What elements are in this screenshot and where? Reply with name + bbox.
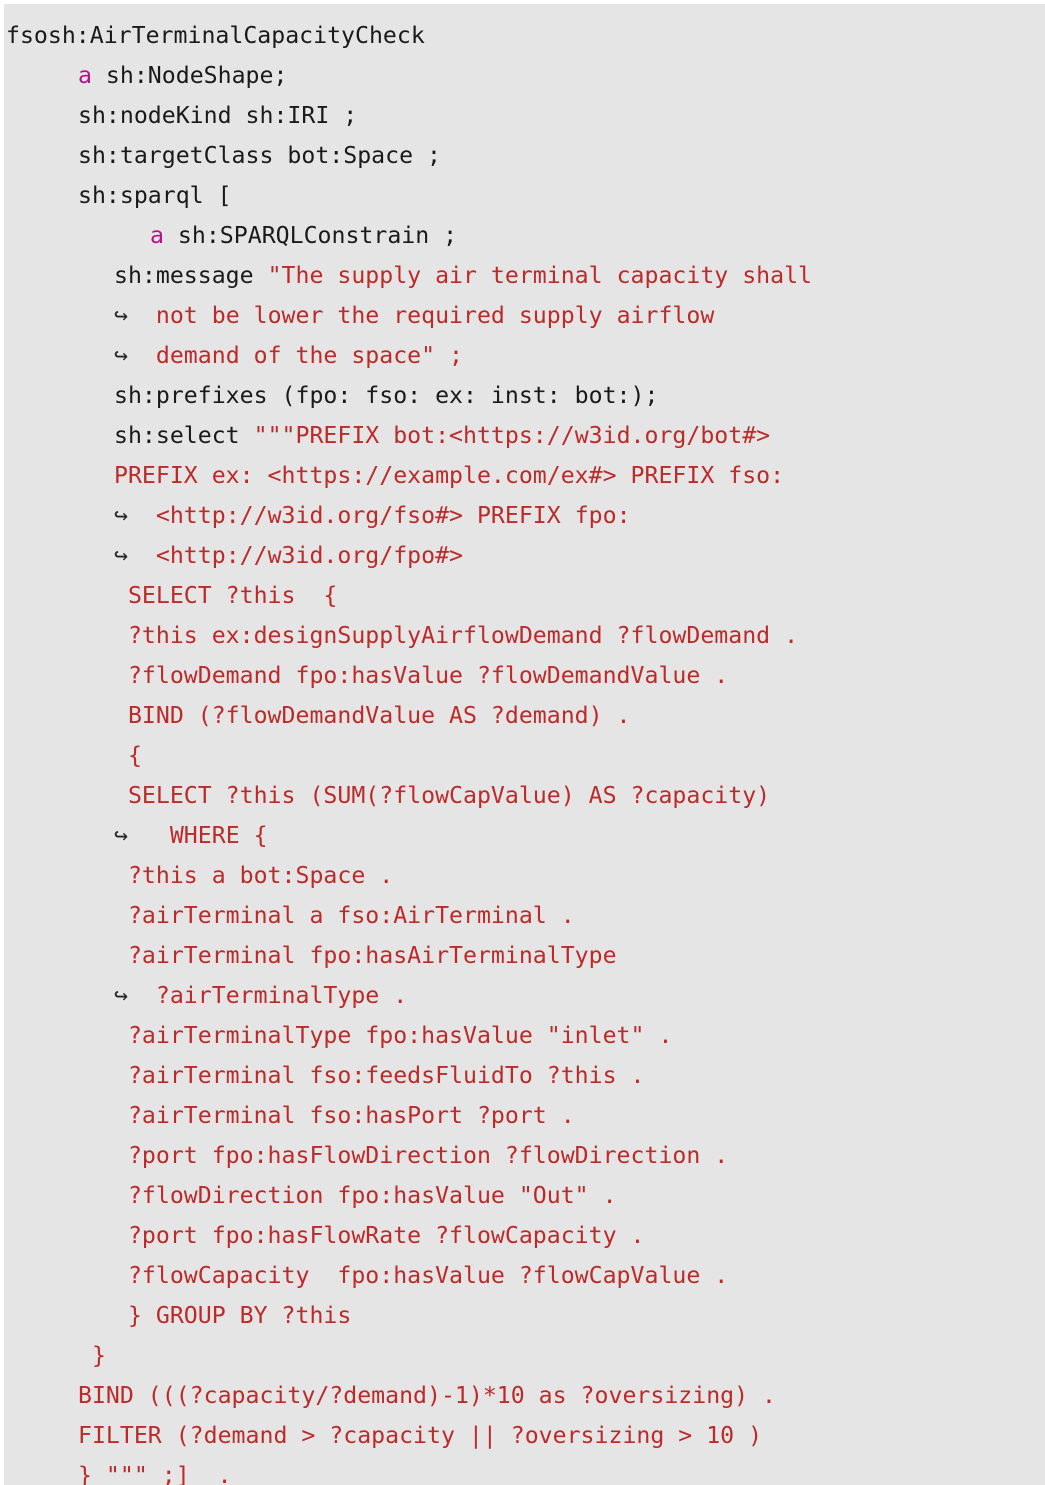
code-token-plain: sh:targetClass bot:Space ; [78,142,441,169]
code-line: sh:targetClass bot:Space ; [4,136,1045,176]
code-line: fsosh:AirTerminalCapacityCheck [4,16,1045,56]
code-token-string: SELECT ?this { [114,582,338,609]
code-line: ?airTerminal fso:hasPort ?port . [4,1096,1045,1136]
code-token-string: ?flowDirection fpo:hasValue "Out" . [114,1182,617,1209]
code-line: sh:prefixes (fpo: fso: ex: inst: bot:); [4,376,1045,416]
shacl-code-listing[interactable]: fsosh:AirTerminalCapacityCheck a sh:NodeS… [4,16,1045,1485]
code-token-string: { [114,742,142,769]
code-line: ?flowDemand fpo:hasValue ?flowDemandValu… [4,656,1045,696]
code-line: sh:message "The supply air terminal capa… [4,256,1045,296]
code-line: } GROUP BY ?this [4,1296,1045,1336]
code-token-plain: fsosh:AirTerminalCapacityCheck [6,22,425,49]
code-token-keyword: a [78,62,92,89]
code-token-string: SELECT ?this (SUM(?flowCapValue) AS ?cap… [114,782,771,809]
code-line: ↪ not be lower the required supply airfl… [4,296,1045,336]
code-line: ↪ <http://w3id.org/fso#> PREFIX fpo: [4,496,1045,536]
code-token-string: BIND (((?capacity/?demand)-1)*10 as ?ove… [78,1382,777,1409]
code-token-keyword: a [150,222,164,249]
line-continuation-arrow-icon: ↪ [114,502,128,529]
code-line: PREFIX ex: <https://example.com/ex#> PRE… [4,456,1045,496]
code-token-string: ?airTerminal a fso:AirTerminal . [114,902,575,929]
code-token-string: ?port fpo:hasFlowDirection ?flowDirectio… [114,1142,729,1169]
code-token-string: """PREFIX bot:<https://w3id.org/bot#> [253,422,771,449]
code-line: sh:select """PREFIX bot:<https://w3id.or… [4,416,1045,456]
code-line: ?port fpo:hasFlowDirection ?flowDirectio… [4,1136,1045,1176]
code-token-string: ?this a bot:Space . [114,862,394,889]
code-token-string: not be lower the required supply airflow [127,302,715,329]
code-line: { [4,736,1045,776]
code-line: ?this ex:designSupplyAirflowDemand ?flow… [4,616,1045,656]
code-line: SELECT ?this (SUM(?flowCapValue) AS ?cap… [4,776,1045,816]
code-line: SELECT ?this { [4,576,1045,616]
code-line: ?airTerminal fso:feedsFluidTo ?this . [4,1056,1045,1096]
code-line: ↪ <http://w3id.org/fpo#> [4,536,1045,576]
code-token-plain: sh:SPARQLConstrain ; [163,222,458,249]
code-token-string: ?this ex:designSupplyAirflowDemand ?flow… [114,622,799,649]
code-token-plain: sh:select [114,422,254,449]
code-line: BIND (((?capacity/?demand)-1)*10 as ?ove… [4,1376,1045,1416]
code-token-string: ?port fpo:hasFlowRate ?flowCapacity . [114,1222,645,1249]
code-block-background: fsosh:AirTerminalCapacityCheck a sh:NodeS… [4,4,1045,1485]
code-token-plain: sh:nodeKind sh:IRI ; [78,102,358,129]
code-token-string: } [78,1342,106,1369]
code-line: sh:nodeKind sh:IRI ; [4,96,1045,136]
code-token-string: ?airTerminal fpo:hasAirTerminalType [114,942,617,969]
code-token-string: WHERE { [127,822,268,849]
code-token-string: <http://w3id.org/fpo#> [127,542,464,569]
code-token-string: FILTER (?demand > ?capacity || ?oversizi… [78,1422,763,1449]
code-line: a sh:NodeShape; [4,56,1045,96]
code-token-string: ?flowDemand fpo:hasValue ?flowDemandValu… [114,662,729,689]
code-line: ?airTerminal fpo:hasAirTerminalType [4,936,1045,976]
code-line: ↪ ?airTerminalType . [4,976,1045,1016]
code-line: sh:sparql [ [4,176,1045,216]
code-token-string: <http://w3id.org/fso#> PREFIX fpo: [127,502,631,529]
code-token-string: ?airTerminal fso:feedsFluidTo ?this . [114,1062,645,1089]
code-token-string: } GROUP BY ?this [114,1302,352,1329]
code-line: ↪ demand of the space" ; [4,336,1045,376]
code-listing-page: fsosh:AirTerminalCapacityCheck a sh:NodeS… [0,0,1045,1485]
code-line: ?this a bot:Space . [4,856,1045,896]
code-line: ?flowCapacity fpo:hasValue ?flowCapValue… [4,1256,1045,1296]
code-token-string: PREFIX ex: <https://example.com/ex#> PRE… [114,462,785,489]
code-token-string: } """ ;] . [78,1462,232,1485]
code-token-plain: sh:sparql [ [78,182,232,209]
line-continuation-arrow-icon: ↪ [114,982,128,1009]
code-token-string: BIND (?flowDemandValue AS ?demand) . [114,702,631,729]
code-token-string: "The supply air terminal capacity shall [267,262,813,289]
code-line: BIND (?flowDemandValue AS ?demand) . [4,696,1045,736]
code-line: } """ ;] . [4,1456,1045,1485]
code-token-plain: sh:NodeShape; [91,62,288,89]
code-line: ?flowDirection fpo:hasValue "Out" . [4,1176,1045,1216]
code-line: a sh:SPARQLConstrain ; [4,216,1045,256]
line-continuation-arrow-icon: ↪ [114,342,128,369]
line-continuation-arrow-icon: ↪ [114,822,128,849]
code-token-string: demand of the space" ; [127,342,464,369]
code-token-plain: sh:message [114,262,268,289]
code-token-string: ?airTerminalType . [127,982,408,1009]
code-token-string: ?airTerminalType fpo:hasValue "inlet" . [114,1022,673,1049]
code-line: FILTER (?demand > ?capacity || ?oversizi… [4,1416,1045,1456]
code-token-plain: sh:prefixes (fpo: fso: ex: inst: bot:); [114,382,659,409]
line-continuation-arrow-icon: ↪ [114,302,128,329]
code-line: } [4,1336,1045,1376]
code-line: ?airTerminal a fso:AirTerminal . [4,896,1045,936]
line-continuation-arrow-icon: ↪ [114,542,128,569]
code-token-string: ?flowCapacity fpo:hasValue ?flowCapValue… [114,1262,729,1289]
code-line: ?port fpo:hasFlowRate ?flowCapacity . [4,1216,1045,1256]
code-line: ?airTerminalType fpo:hasValue "inlet" . [4,1016,1045,1056]
code-line: ↪ WHERE { [4,816,1045,856]
code-token-string: ?airTerminal fso:hasPort ?port . [114,1102,575,1129]
